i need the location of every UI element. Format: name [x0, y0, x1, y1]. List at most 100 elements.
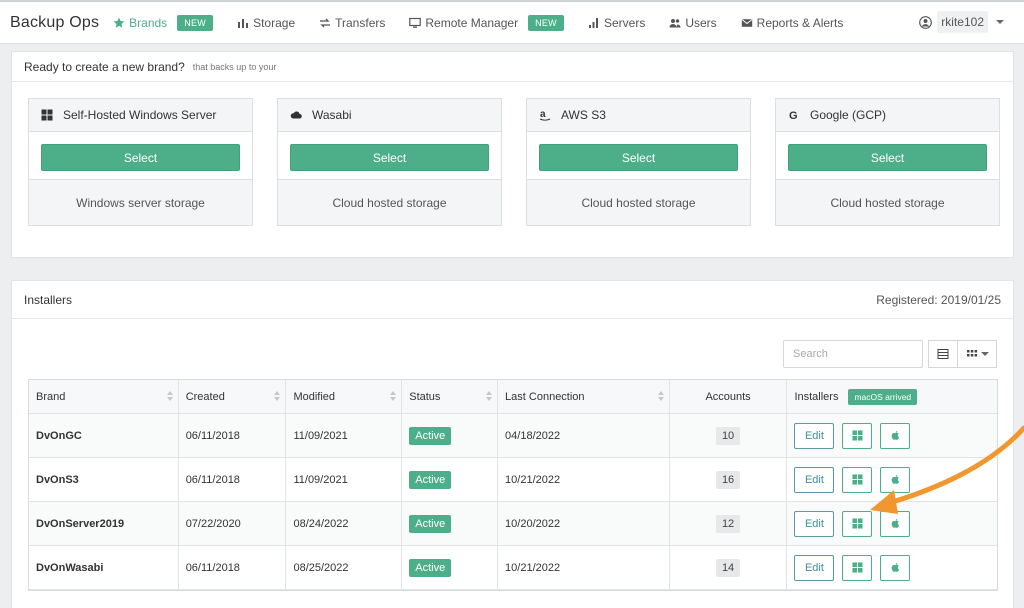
- column-header-created[interactable]: Created: [179, 380, 287, 413]
- svg-text:G: G: [789, 110, 798, 121]
- column-label: Status: [409, 390, 441, 403]
- last-connection: 10/20/2022: [505, 517, 561, 530]
- table-row: DvOnWasabi 06/11/2018 08/25/2022 Active …: [29, 546, 997, 590]
- grid-columns-button[interactable]: [957, 340, 997, 368]
- nav-reports-alerts[interactable]: Reports & Alerts: [741, 16, 843, 30]
- accounts-count: 12: [715, 514, 741, 533]
- windows-installer-button[interactable]: [842, 510, 873, 537]
- mac-installer-button[interactable]: [880, 510, 911, 537]
- nav-brands-label: Brands: [129, 15, 168, 30]
- user-menu[interactable]: rkite102: [919, 11, 1004, 33]
- column-label: Last Connection: [505, 390, 585, 403]
- list-icon: [937, 349, 949, 359]
- card-body: Select: [278, 132, 501, 180]
- nav-servers-label: Servers: [603, 15, 646, 30]
- card-header: G Google (GCP): [776, 99, 999, 132]
- user-circle-icon: [919, 15, 933, 29]
- last-connection: 04/18/2022: [505, 429, 561, 442]
- apple-icon: [891, 518, 900, 528]
- modified-date: 08/25/2022: [293, 561, 349, 574]
- select-windows-button[interactable]: Select: [41, 144, 240, 171]
- card-header: Self-Hosted Windows Server: [29, 99, 252, 132]
- storage-card-aws: a AWS S3 Select Cloud hosted storage: [526, 98, 751, 226]
- app-title[interactable]: Backup Ops: [10, 14, 99, 32]
- windows-installer-button[interactable]: [842, 422, 873, 449]
- nav-storage[interactable]: Storage: [237, 16, 295, 30]
- brand-name: DvOnGC: [36, 429, 82, 442]
- card-description: Cloud hosted storage: [830, 195, 945, 210]
- apple-icon: [891, 474, 900, 484]
- apple-icon: [891, 562, 900, 572]
- installer-buttons: Edit: [787, 502, 997, 545]
- select-wasabi-button[interactable]: Select: [290, 144, 489, 171]
- card-header: a AWS S3: [527, 99, 750, 132]
- mac-installer-button[interactable]: [880, 466, 911, 493]
- accounts-count: 14: [715, 558, 741, 577]
- card-title: Wasabi: [312, 108, 352, 122]
- column-header-installers: Installers macOS arrived: [787, 380, 997, 413]
- accounts-count: 10: [715, 426, 741, 445]
- monitor-icon: [409, 17, 422, 28]
- nav-brands[interactable]: Brands NEW: [113, 14, 214, 31]
- mac-installer-button[interactable]: [880, 422, 911, 449]
- column-header-last-connection[interactable]: Last Connection: [498, 380, 670, 413]
- column-header-accounts[interactable]: Accounts: [670, 380, 788, 413]
- card-body: Select: [29, 132, 252, 180]
- card-description: Cloud hosted storage: [332, 195, 447, 210]
- modified-date: 11/09/2021: [293, 429, 348, 442]
- modified-date: 11/09/2021: [293, 473, 348, 486]
- card-title: Self-Hosted Windows Server: [63, 108, 217, 122]
- new-brand-title: Ready to create a new brand?: [24, 59, 185, 74]
- column-label: Modified: [293, 390, 336, 403]
- installers-panel: Installers Registered: 2019/01/25 Brand …: [11, 280, 1014, 608]
- macos-badge: macOS arrived: [848, 388, 918, 405]
- username: rkite102: [937, 11, 988, 33]
- installer-buttons: Edit: [787, 458, 997, 501]
- windows-icon: [41, 109, 53, 121]
- nav-servers[interactable]: Servers: [588, 16, 645, 30]
- modified-date: 08/24/2022: [293, 517, 349, 530]
- installers-header: Installers Registered: 2019/01/25: [12, 281, 1013, 319]
- last-connection: 10/21/2022: [505, 561, 561, 574]
- nav-remote-manager[interactable]: Remote Manager NEW: [409, 14, 564, 31]
- card-description: Windows server storage: [76, 195, 205, 210]
- windows-icon: [852, 430, 863, 441]
- select-aws-button[interactable]: Select: [539, 144, 738, 171]
- mac-installer-button[interactable]: [880, 554, 911, 581]
- card-header: Wasabi: [278, 99, 501, 132]
- edit-button[interactable]: Edit: [794, 510, 835, 537]
- cloud-icon: [290, 111, 302, 119]
- windows-icon: [852, 562, 863, 573]
- windows-installer-button[interactable]: [842, 554, 873, 581]
- svg-text:a: a: [540, 109, 546, 120]
- nav-transfers[interactable]: Transfers: [319, 16, 385, 30]
- card-description: Cloud hosted storage: [581, 195, 696, 210]
- edit-button[interactable]: Edit: [794, 554, 835, 581]
- search-input[interactable]: [783, 340, 923, 368]
- chevron-down-icon: [980, 352, 989, 356]
- windows-icon: [852, 474, 863, 485]
- select-google-button[interactable]: Select: [788, 144, 987, 171]
- column-header-status[interactable]: Status: [402, 380, 499, 413]
- column-header-modified[interactable]: Modified: [286, 380, 403, 413]
- edit-button[interactable]: Edit: [794, 466, 835, 493]
- column-label: Accounts: [705, 390, 751, 403]
- installer-buttons: Edit: [787, 546, 997, 589]
- list-view-button[interactable]: [928, 340, 958, 368]
- last-connection: 10/21/2022: [505, 473, 561, 486]
- storage-card-wasabi: Wasabi Select Cloud hosted storage: [277, 98, 502, 226]
- google-icon: G: [789, 110, 798, 121]
- windows-installer-button[interactable]: [842, 466, 873, 493]
- signal-icon: [588, 17, 598, 28]
- sort-icon: [166, 391, 173, 401]
- top-navbar: Backup Ops Brands NEW Storage Transfers …: [0, 0, 1024, 44]
- card-body: Select: [527, 132, 750, 180]
- column-label: Created: [185, 390, 225, 403]
- created-date: 06/11/2018: [185, 429, 240, 442]
- status-badge: Active: [409, 514, 452, 533]
- column-header-brand[interactable]: Brand: [29, 380, 179, 413]
- nav-users[interactable]: Users: [669, 16, 717, 30]
- windows-icon: [852, 518, 863, 529]
- sort-icon: [486, 391, 493, 401]
- edit-button[interactable]: Edit: [794, 422, 835, 449]
